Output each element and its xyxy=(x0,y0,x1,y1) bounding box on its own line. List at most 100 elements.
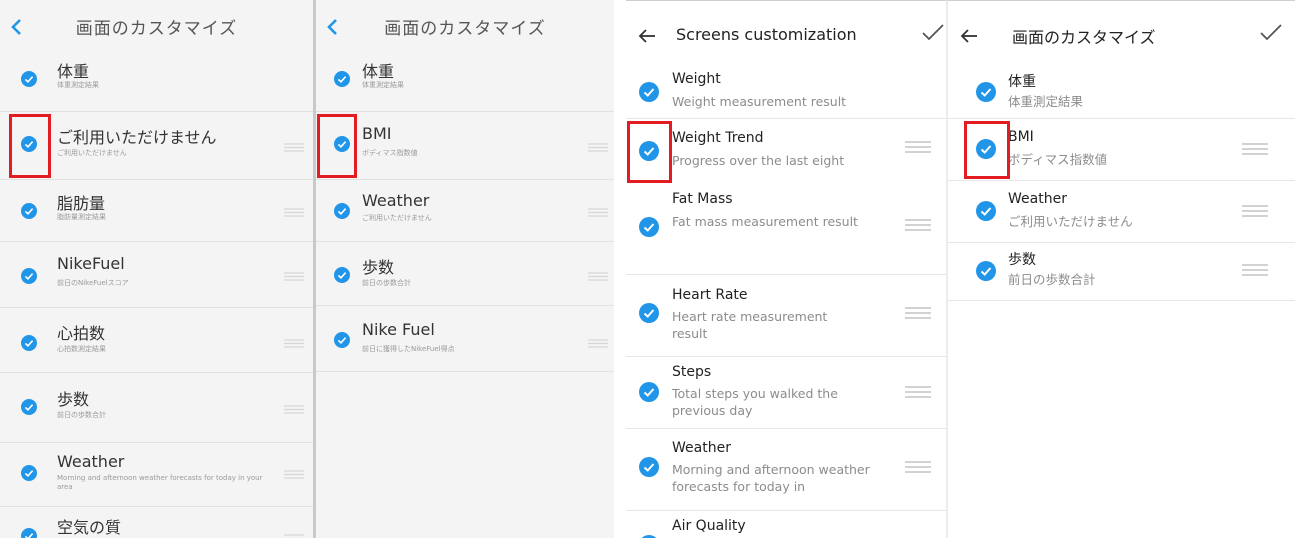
drag-handle-icon[interactable] xyxy=(905,141,931,153)
item-subtitle: 前日の歩数合計 xyxy=(1008,272,1096,287)
list-item: 体重 体重測定結果 xyxy=(0,50,313,112)
arrow-left-icon[interactable] xyxy=(960,28,978,43)
list-item: Heart Rate Heart rate measurement result xyxy=(626,275,946,357)
item-subtitle: ご利用いただけません xyxy=(57,149,127,157)
list-item: Steps Total steps you walked the previou… xyxy=(626,357,946,429)
drag-handle-icon[interactable] xyxy=(284,405,304,414)
list-item: Nike Fuel 前日に獲得したNikeFuel得点 xyxy=(316,306,614,372)
checkbox-checked-icon[interactable] xyxy=(21,528,37,538)
checkbox-checked-icon[interactable] xyxy=(21,203,37,219)
list-item: Air Quality xyxy=(626,511,946,538)
checkbox-checked-icon[interactable] xyxy=(21,465,37,481)
drag-handle-icon[interactable] xyxy=(284,470,304,479)
item-title: Weather xyxy=(672,440,731,456)
list-item: Weather ご利用いただけません xyxy=(316,180,614,242)
drag-handle-icon[interactable] xyxy=(588,143,608,152)
checkbox-checked-icon[interactable] xyxy=(976,201,996,221)
item-title: BMI xyxy=(362,124,392,143)
list-item: 心拍数 心拍数測定結果 xyxy=(0,308,313,373)
checkbox-checked-icon[interactable] xyxy=(334,203,350,219)
item-title: Weather xyxy=(57,452,125,471)
drag-handle-icon[interactable] xyxy=(905,386,931,398)
item-subtitle: 前日の歩数合計 xyxy=(57,411,106,419)
panel-old-ja-2: 画面のカスタマイズ 体重 体重測定結果 BMI ボディマス指数値 Weather… xyxy=(313,0,614,538)
drag-handle-icon[interactable] xyxy=(284,143,304,152)
item-title: Weather xyxy=(1008,191,1067,207)
item-subtitle: 体重測定結果 xyxy=(1008,94,1084,109)
item-subtitle: 体重測定結果 xyxy=(57,81,99,89)
checkbox-checked-icon[interactable] xyxy=(334,332,350,348)
panel-new-ja: 画面のカスタマイズ 体重 体重測定結果 BMI ボディマス指数値 Weather… xyxy=(946,0,1295,538)
checkbox-checked-icon[interactable] xyxy=(976,82,996,102)
checkbox-checked-icon[interactable] xyxy=(639,217,659,237)
drag-handle-icon[interactable] xyxy=(905,461,931,473)
drag-handle-icon[interactable] xyxy=(1242,205,1268,217)
drag-handle-icon[interactable] xyxy=(284,339,304,348)
highlight-box xyxy=(317,114,357,178)
item-title: Nike Fuel xyxy=(362,320,435,339)
drag-handle-icon[interactable] xyxy=(1242,264,1268,276)
item-title: ご利用いただけません xyxy=(57,128,217,147)
page-title: 画面のカスタマイズ xyxy=(1012,28,1156,47)
item-title: Weight xyxy=(672,71,721,87)
item-subtitle: 脂肪量測定結果 xyxy=(57,213,106,221)
checkbox-checked-icon[interactable] xyxy=(21,399,37,415)
checkbox-checked-icon[interactable] xyxy=(21,71,37,87)
item-title: 歩数 xyxy=(57,390,90,409)
drag-handle-icon[interactable] xyxy=(905,307,931,319)
drag-handle-icon[interactable] xyxy=(588,208,608,217)
highlight-box xyxy=(964,121,1010,179)
checkbox-checked-icon[interactable] xyxy=(639,382,659,402)
drag-handle-icon[interactable] xyxy=(588,272,608,281)
checkbox-checked-icon[interactable] xyxy=(639,457,659,477)
header: 画面のカスタマイズ xyxy=(0,0,313,50)
item-subtitle: 前日のNikeFuelスコア xyxy=(57,279,129,287)
item-title: 体重 xyxy=(362,62,395,81)
item-title: Air Quality xyxy=(672,518,746,534)
list-item: BMI ボディマス指数値 xyxy=(316,112,614,180)
item-subtitle: Fat mass measurement result xyxy=(672,214,858,229)
drag-handle-icon[interactable] xyxy=(1242,143,1268,155)
item-title: Fat Mass xyxy=(672,191,733,207)
checkbox-checked-icon[interactable] xyxy=(21,335,37,351)
list-item: 体重 体重測定結果 xyxy=(948,63,1295,119)
check-icon[interactable] xyxy=(922,23,944,41)
checkbox-checked-icon[interactable] xyxy=(639,82,659,102)
item-subtitle: Heart rate measurement result xyxy=(672,309,828,341)
drag-handle-icon[interactable] xyxy=(284,272,304,281)
list-item: Weight Weight measurement result xyxy=(626,63,946,119)
header: 画面のカスタマイズ xyxy=(948,1,1295,63)
check-icon[interactable] xyxy=(1260,23,1282,41)
page-title: 画面のカスタマイズ xyxy=(384,19,546,39)
item-subtitle: ボディマス指数値 xyxy=(362,149,418,157)
arrow-left-icon[interactable] xyxy=(638,28,656,43)
header: Screens customization xyxy=(626,1,946,63)
drag-handle-icon[interactable] xyxy=(905,219,931,231)
drag-handle-icon[interactable] xyxy=(284,534,304,538)
item-subtitle: 心拍数測定結果 xyxy=(57,345,106,353)
panel-new-en: Screens customization Weight Weight meas… xyxy=(626,0,946,538)
list-item: 歩数 前日の歩数合計 xyxy=(948,243,1295,301)
item-subtitle: ボディマス指数値 xyxy=(1008,152,1108,167)
checkbox-checked-icon[interactable] xyxy=(976,261,996,281)
item-subtitle: Morning and afternoon weather forecasts … xyxy=(672,462,870,494)
checkbox-checked-icon[interactable] xyxy=(334,71,350,87)
item-title: Heart Rate xyxy=(672,287,748,303)
item-title: 歩数 xyxy=(362,258,395,277)
list-item: Fat Mass Fat mass measurement result xyxy=(626,183,946,275)
drag-handle-icon[interactable] xyxy=(284,208,304,217)
checkbox-checked-icon[interactable] xyxy=(334,267,350,283)
item-subtitle: ご利用いただけません xyxy=(1008,214,1133,229)
checkbox-checked-icon[interactable] xyxy=(639,303,659,323)
list-item: Weather Morning and afternoon weather fo… xyxy=(0,443,313,507)
item-title: 体重 xyxy=(57,62,90,81)
item-title: Weight Trend xyxy=(672,130,764,146)
highlight-box xyxy=(627,121,672,183)
item-title: 脂肪量 xyxy=(57,194,106,213)
checkbox-checked-icon[interactable] xyxy=(21,268,37,284)
item-subtitle: Progress over the last eight xyxy=(672,153,845,168)
item-title: 歩数 xyxy=(1008,252,1036,268)
list-item: 歩数 前日の歩数合計 xyxy=(0,373,313,443)
header: 画面のカスタマイズ xyxy=(316,0,614,50)
drag-handle-icon[interactable] xyxy=(588,339,608,348)
